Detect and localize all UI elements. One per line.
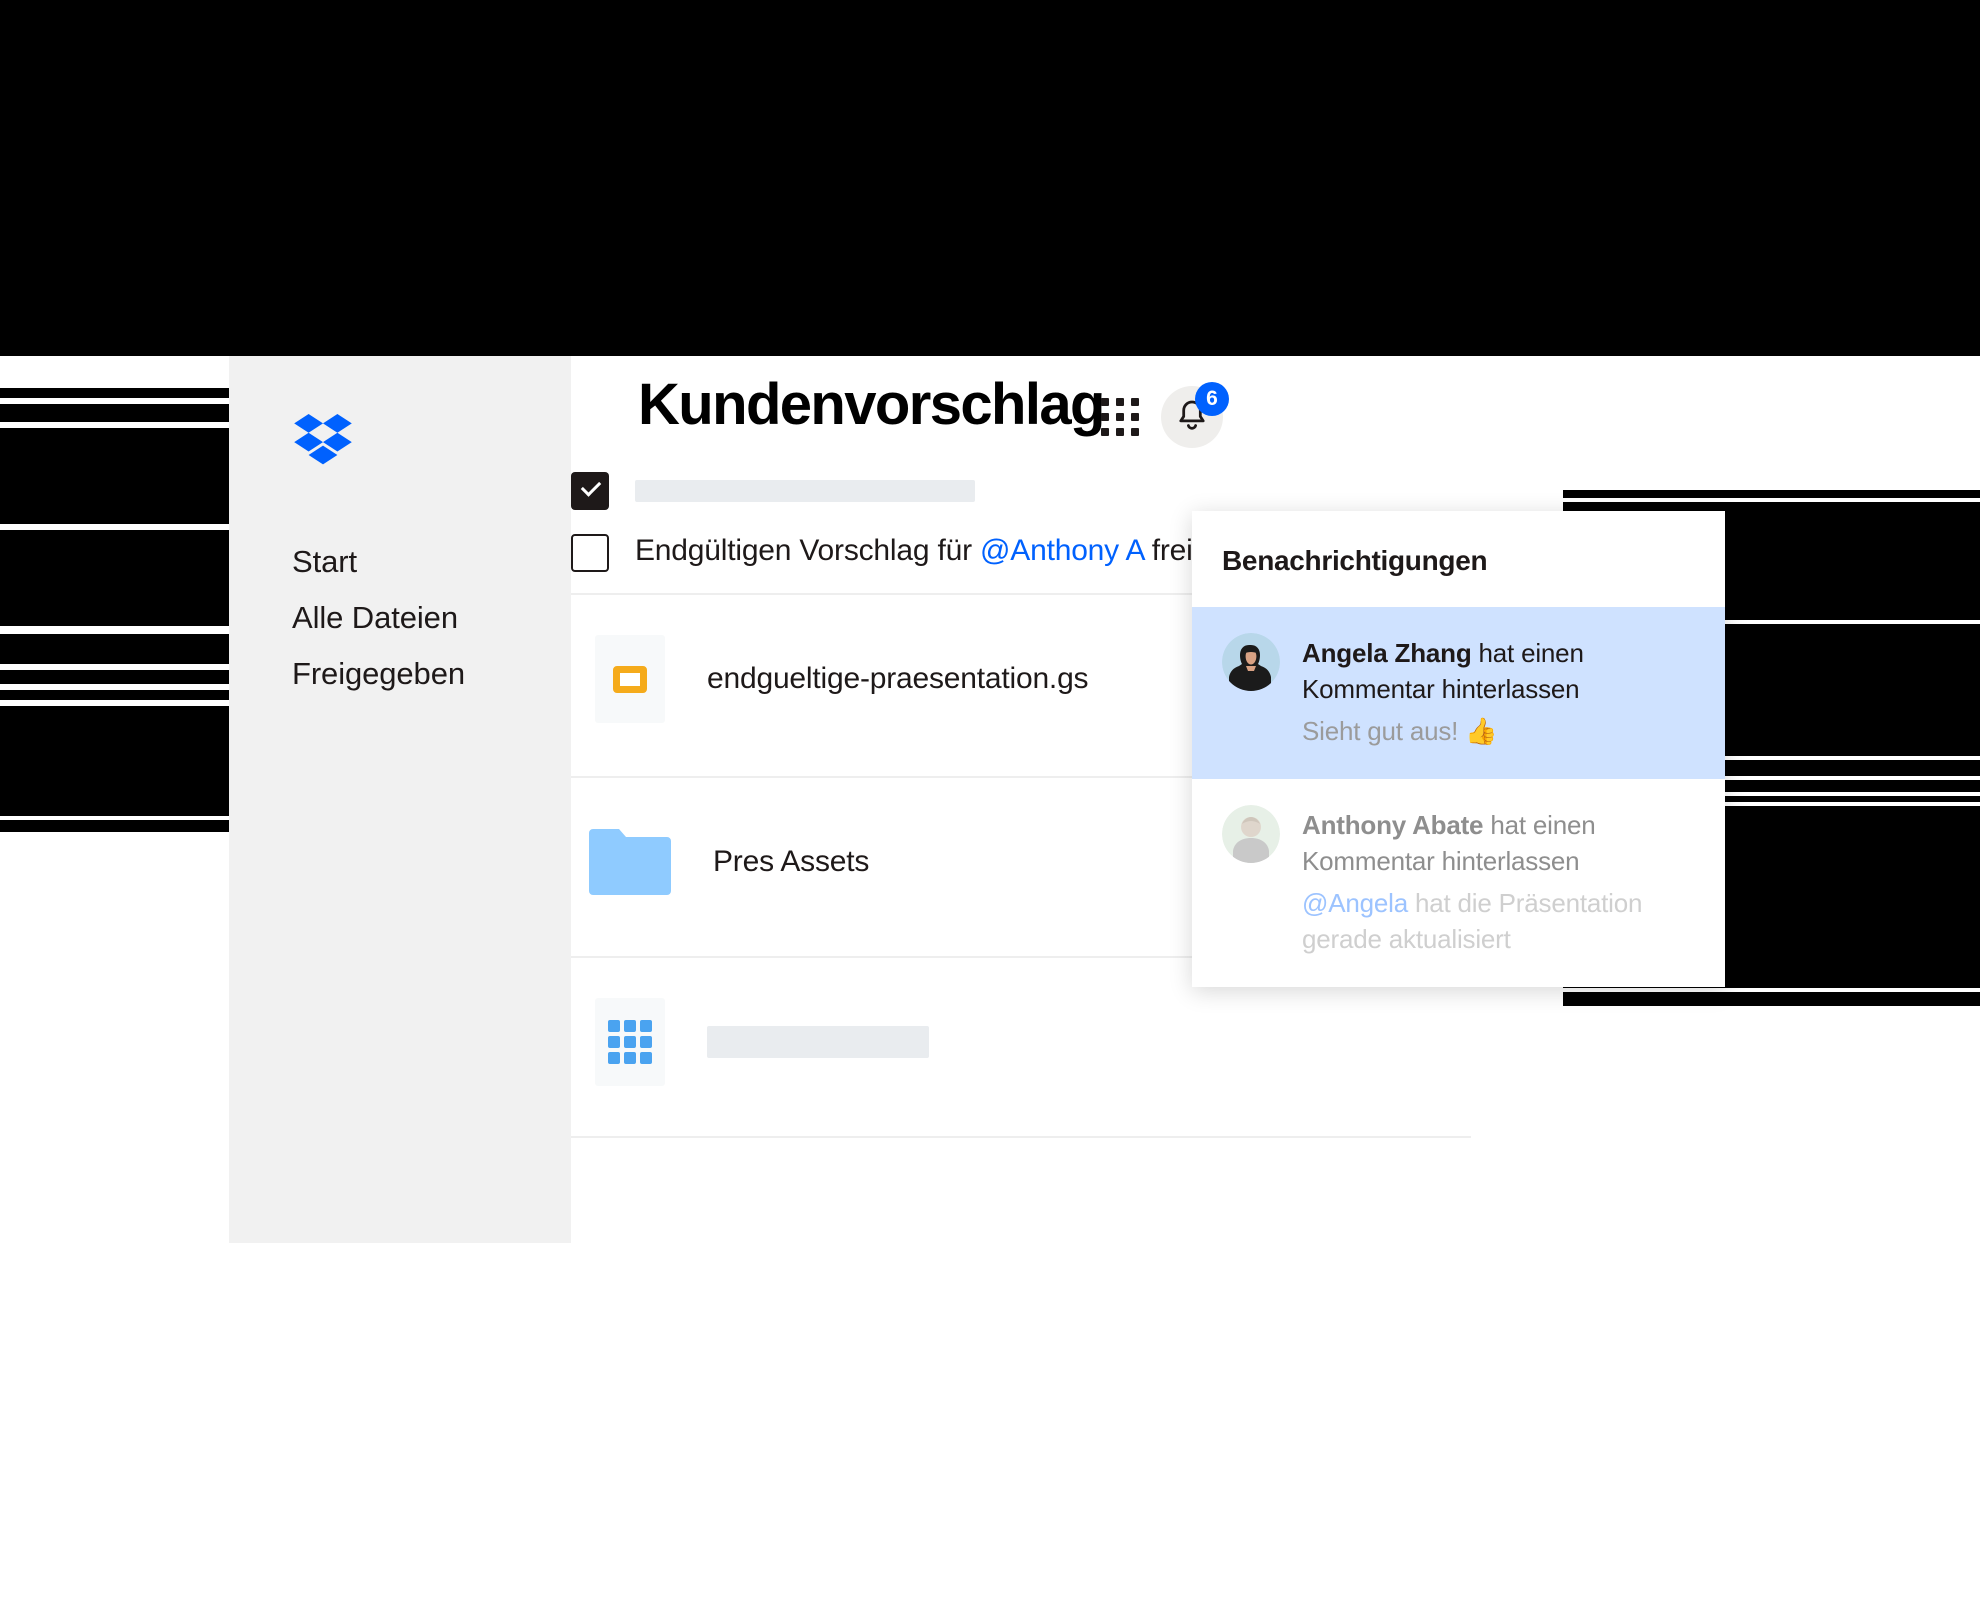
notifications-panel: Benachrichtigungen Angela Zhang hat eine… <box>1192 511 1725 987</box>
artifact-band <box>0 530 229 626</box>
notification-badge-count: 6 <box>1195 382 1229 416</box>
sidebar: Start Alle Dateien Freigegeben <box>229 356 571 1243</box>
sidebar-item-alle-dateien[interactable]: Alle Dateien <box>292 590 552 646</box>
sidebar-item-freigegeben[interactable]: Freigegeben <box>292 646 552 702</box>
artifact-band <box>0 388 229 398</box>
artifact-band <box>0 706 229 816</box>
notification-comment-mention[interactable]: @Angela <box>1302 888 1408 918</box>
notifications-bell-button[interactable]: 6 <box>1161 382 1229 448</box>
task-mention-anthony[interactable]: @Anthony A <box>980 534 1144 567</box>
notification-headline: Anthony Abate hat einen Kommentar hinter… <box>1302 810 1596 876</box>
artifact-band <box>0 634 229 664</box>
sidebar-nav: Start Alle Dateien Freigegeben <box>292 534 552 702</box>
notification-actor: Anthony Abate <box>1302 810 1484 840</box>
task-checkbox-unchecked[interactable] <box>571 534 609 572</box>
task-placeholder-bar <box>635 480 975 502</box>
avatar-anthony-abate <box>1222 805 1280 863</box>
google-sheets-icon <box>595 998 665 1086</box>
file-row[interactable]: endgueltige-praesentation.gs <box>571 609 1089 749</box>
notification-body: Angela Zhang hat einen Kommentar hinterl… <box>1302 633 1695 749</box>
file-row[interactable] <box>571 972 929 1112</box>
task-label: Endgültigen Vorschlag für @Anthony A fre… <box>635 530 1275 572</box>
notification-comment: Sieht gut aus! 👍 <box>1302 716 1498 746</box>
notification-body: Anthony Abate hat einen Kommentar hinter… <box>1302 805 1695 957</box>
artifact-band <box>0 670 229 684</box>
notification-headline: Angela Zhang hat einen Kommentar hinterl… <box>1302 638 1584 704</box>
artifact-band-top <box>0 0 1980 356</box>
notification-comment: @Angela hat die Präsentation gerade aktu… <box>1302 885 1695 957</box>
file-name: Pres Assets <box>713 845 870 878</box>
sidebar-item-start[interactable]: Start <box>292 534 552 590</box>
header-actions: 6 <box>1101 382 1229 448</box>
file-placeholder-bar <box>707 1026 929 1058</box>
artifact-band <box>0 690 229 700</box>
task-text-before: Endgültigen Vorschlag für <box>635 534 981 567</box>
notification-item[interactable]: Angela Zhang hat einen Kommentar hinterl… <box>1192 607 1725 779</box>
notifications-title: Benachrichtigungen <box>1222 545 1488 576</box>
list-divider <box>571 1136 1471 1138</box>
dropbox-logo-icon[interactable] <box>292 414 354 468</box>
artifact-band <box>1563 992 1980 1006</box>
file-name: endgueltige-praesentation.gs <box>707 662 1089 695</box>
artifact-band <box>0 820 229 832</box>
page-title: Kundenvorschlag <box>638 372 1105 437</box>
notification-item[interactable]: Anthony Abate hat einen Kommentar hinter… <box>1192 779 1725 987</box>
folder-icon <box>589 829 671 895</box>
avatar-angela-zhang <box>1222 633 1280 691</box>
artifact-band <box>1563 490 1980 498</box>
file-row[interactable]: Pres Assets <box>571 792 869 932</box>
artifact-band <box>0 428 229 524</box>
notification-actor: Angela Zhang <box>1302 638 1472 668</box>
grid-apps-icon[interactable] <box>1101 398 1139 436</box>
artifact-band <box>0 404 229 422</box>
task-checkbox-checked[interactable] <box>571 472 609 510</box>
task-row[interactable] <box>571 468 1471 510</box>
google-slides-icon <box>595 635 665 723</box>
